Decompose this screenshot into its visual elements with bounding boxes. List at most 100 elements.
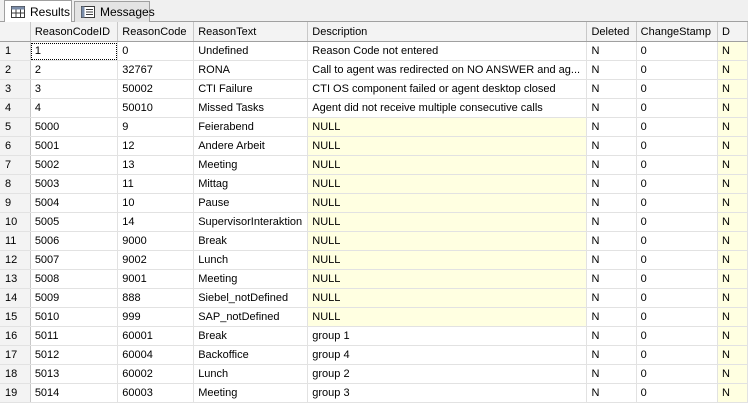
grid-cell[interactable]: Andere Arbeit	[193, 136, 309, 156]
grid-cell[interactable]: 0	[636, 231, 719, 251]
grid-cell[interactable]: 0	[636, 193, 719, 213]
grid-cell[interactable]: 11	[117, 174, 195, 194]
grid-cell[interactable]: N	[586, 79, 637, 99]
grid-cell[interactable]: N	[586, 212, 637, 232]
table-row[interactable]: 8 5003 11 Mittag NULL N 0 N	[0, 174, 748, 194]
grid-cell[interactable]: Break	[193, 231, 309, 251]
grid-cell[interactable]: 60004	[117, 345, 195, 365]
grid-cell[interactable]: Call to agent was redirected on NO ANSWE…	[307, 60, 588, 80]
grid-cell[interactable]: NULL	[307, 136, 588, 156]
grid-cell[interactable]: N	[586, 345, 637, 365]
table-row[interactable]: 1 1 0 Undefined Reason Code not entered N 0 N	[0, 41, 748, 61]
column-header[interactable]: D	[717, 22, 748, 42]
row-number[interactable]: 13	[0, 269, 31, 289]
column-header[interactable]: Deleted	[586, 22, 637, 42]
grid-cell[interactable]: N	[717, 79, 748, 99]
row-number[interactable]: 9	[0, 193, 31, 213]
table-row[interactable]: 15 5010 999 SAP_notDefined NULL N 0 N	[0, 307, 748, 327]
table-row[interactable]: 19 5014 60003 Meeting group 3N0N	[0, 383, 748, 403]
grid-cell[interactable]: CTI Failure	[193, 79, 309, 99]
grid-cell[interactable]: 14	[117, 212, 195, 232]
grid-cell[interactable]: N	[717, 136, 748, 156]
table-row[interactable]: 11 5006 9000 Break NULL N 0 N	[0, 231, 748, 251]
grid-cell[interactable]: N	[717, 155, 748, 175]
table-row[interactable]: 9 5004 10 Pause NULL N 0 N	[0, 193, 748, 213]
grid-cell[interactable]: 1	[30, 41, 119, 61]
grid-cell[interactable]: NULL	[307, 269, 588, 289]
grid-cell[interactable]: 888	[117, 288, 195, 308]
row-number[interactable]: 4	[0, 98, 31, 118]
column-header[interactable]: ReasonCodeID	[30, 22, 119, 42]
grid-cell[interactable]: Meeting	[193, 269, 309, 289]
grid-cell[interactable]: 60001	[117, 326, 195, 346]
grid-cell[interactable]: 0	[636, 212, 719, 232]
grid-cell[interactable]: 999	[117, 307, 195, 327]
row-number[interactable]: 18	[0, 364, 31, 384]
grid-cell[interactable]: 5014	[30, 383, 119, 403]
grid-cell[interactable]: N	[717, 250, 748, 270]
grid-cell[interactable]: 3	[30, 79, 119, 99]
grid-cell[interactable]: 5012	[30, 345, 119, 365]
grid-cell[interactable]: NULL	[307, 288, 588, 308]
row-number[interactable]: 3	[0, 79, 31, 99]
grid-cell[interactable]: 5013	[30, 364, 119, 384]
grid-cell[interactable]: N	[717, 326, 748, 346]
grid-cell[interactable]: 5006	[30, 231, 119, 251]
grid-cell[interactable]: 4	[30, 98, 119, 118]
grid-cell[interactable]: N	[717, 231, 748, 251]
row-number[interactable]: 6	[0, 136, 31, 156]
grid-cell[interactable]: NULL	[307, 212, 588, 232]
tab-results[interactable]: Results	[4, 0, 72, 22]
grid-cell[interactable]: Lunch	[193, 250, 309, 270]
table-row[interactable]: 18 5013 60002 Lunch group 2N0N	[0, 364, 748, 384]
grid-cell[interactable]: N	[586, 117, 637, 137]
grid-cell[interactable]: 5002	[30, 155, 119, 175]
row-number[interactable]: 15	[0, 307, 31, 327]
row-number[interactable]: 16	[0, 326, 31, 346]
grid-cell[interactable]: 0	[636, 174, 719, 194]
grid-cell[interactable]: 0	[636, 269, 719, 289]
grid-cell[interactable]: 12	[117, 136, 195, 156]
row-number[interactable]: 19	[0, 383, 31, 403]
grid-cell[interactable]: 0	[636, 79, 719, 99]
grid-cell[interactable]: 5003	[30, 174, 119, 194]
grid-cell[interactable]: N	[717, 307, 748, 327]
column-header[interactable]: ChangeStamp	[636, 22, 719, 42]
column-header[interactable]: Description	[307, 22, 588, 42]
row-number[interactable]: 1	[0, 41, 31, 61]
grid-cell[interactable]: NULL	[307, 231, 588, 251]
grid-cell[interactable]: group 3	[307, 383, 588, 403]
grid-cell[interactable]: 13	[117, 155, 195, 175]
grid-cell[interactable]: 50010	[117, 98, 195, 118]
grid-cell[interactable]: N	[717, 41, 748, 61]
grid-cell[interactable]: 5007	[30, 250, 119, 270]
grid-cell[interactable]: 2	[30, 60, 119, 80]
grid-cell[interactable]: group 2	[307, 364, 588, 384]
grid-cell[interactable]: 0	[636, 60, 719, 80]
grid-cell[interactable]: Break	[193, 326, 309, 346]
grid-cell[interactable]: Meeting	[193, 383, 309, 403]
grid-cell[interactable]: N	[717, 269, 748, 289]
grid-cell[interactable]: N	[586, 98, 637, 118]
grid-cell[interactable]: 0	[636, 98, 719, 118]
grid-cell[interactable]: 0	[636, 155, 719, 175]
table-row[interactable]: 13 5008 9001 Meeting NULL N 0 N	[0, 269, 748, 289]
grid-cell[interactable]: 50002	[117, 79, 195, 99]
grid-cell[interactable]: 9002	[117, 250, 195, 270]
grid-cell[interactable]: N	[586, 231, 637, 251]
grid-cell[interactable]: N	[717, 364, 748, 384]
grid-cell[interactable]: Feierabend	[193, 117, 309, 137]
grid-cell[interactable]: N	[586, 364, 637, 384]
table-row[interactable]: 10 5005 14 SupervisorInteraktion NULL N 0 N	[0, 212, 748, 232]
grid-cell[interactable]: group 4	[307, 345, 588, 365]
table-row[interactable]: 7 5002 13 Meeting NULL N 0 N	[0, 155, 748, 175]
column-header[interactable]: ReasonText	[193, 22, 309, 42]
row-number[interactable]: 10	[0, 212, 31, 232]
column-header[interactable]: ReasonCode	[117, 22, 195, 42]
table-row[interactable]: 17 5012 60004 Backoffice group 4N0N	[0, 345, 748, 365]
table-row[interactable]: 16 5011 60001 Break group 1N0N	[0, 326, 748, 346]
grid-cell[interactable]: N	[586, 155, 637, 175]
grid-cell[interactable]: N	[586, 269, 637, 289]
grid-cell[interactable]: CTI OS component failed or agent desktop…	[307, 79, 588, 99]
grid-cell[interactable]: N	[586, 60, 637, 80]
